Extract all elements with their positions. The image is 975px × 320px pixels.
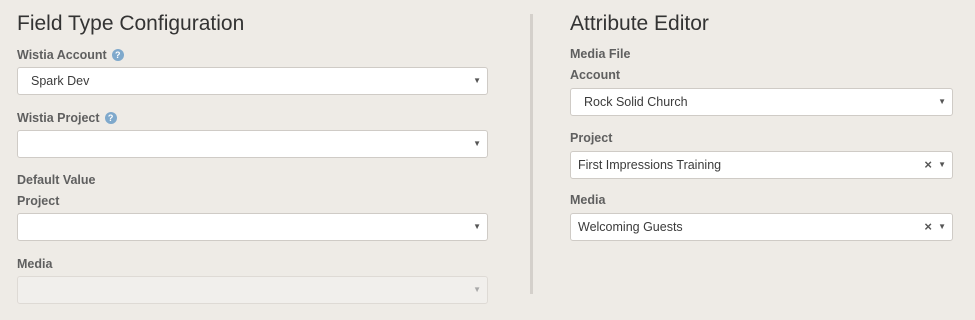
help-icon[interactable]: ? xyxy=(111,49,124,61)
clear-icon[interactable]: × xyxy=(924,152,932,178)
default-value-label: Default Value xyxy=(17,173,96,187)
wistia-account-label: Wistia Account? xyxy=(17,47,124,63)
wistia-account-label-text: Wistia Account xyxy=(17,48,107,62)
chevron-down-icon: ▼ xyxy=(473,285,481,294)
wistia-project-select[interactable]: ▼ xyxy=(17,130,488,158)
panel-divider xyxy=(530,14,533,294)
wistia-project-label: Wistia Project? xyxy=(17,110,117,126)
wistia-account-select[interactable]: Spark Dev ▼ xyxy=(17,67,488,95)
chevron-down-icon: ▼ xyxy=(938,222,946,231)
chevron-down-icon: ▼ xyxy=(938,97,946,106)
project-value: First Impressions Training xyxy=(578,158,722,172)
project-select[interactable]: First Impressions Training × ▼ xyxy=(570,151,953,179)
media-file-label: Media File xyxy=(570,47,631,61)
clear-icon[interactable]: × xyxy=(924,214,932,240)
default-media-select: ▼ xyxy=(17,276,488,304)
chevron-down-icon: ▼ xyxy=(473,139,481,148)
chevron-down-icon: ▼ xyxy=(473,222,481,231)
media-value: Welcoming Guests xyxy=(578,220,683,234)
media-label: Media xyxy=(570,193,606,207)
default-project-select[interactable]: ▼ xyxy=(17,213,488,241)
wistia-project-label-text: Wistia Project xyxy=(17,111,100,125)
account-value: Rock Solid Church xyxy=(584,95,688,109)
account-label: Account xyxy=(570,68,620,82)
attribute-editor-title: Attribute Editor xyxy=(570,12,709,35)
project-label: Project xyxy=(570,131,613,145)
default-project-label: Project xyxy=(17,194,60,208)
chevron-down-icon: ▼ xyxy=(938,160,946,169)
media-select[interactable]: Welcoming Guests × ▼ xyxy=(570,213,953,241)
default-media-label: Media xyxy=(17,257,53,271)
chevron-down-icon: ▼ xyxy=(473,76,481,85)
account-select[interactable]: Rock Solid Church ▼ xyxy=(570,88,953,116)
wistia-account-value: Spark Dev xyxy=(31,74,90,88)
help-icon[interactable]: ? xyxy=(104,112,117,124)
field-type-title: Field Type Configuration xyxy=(17,12,245,35)
